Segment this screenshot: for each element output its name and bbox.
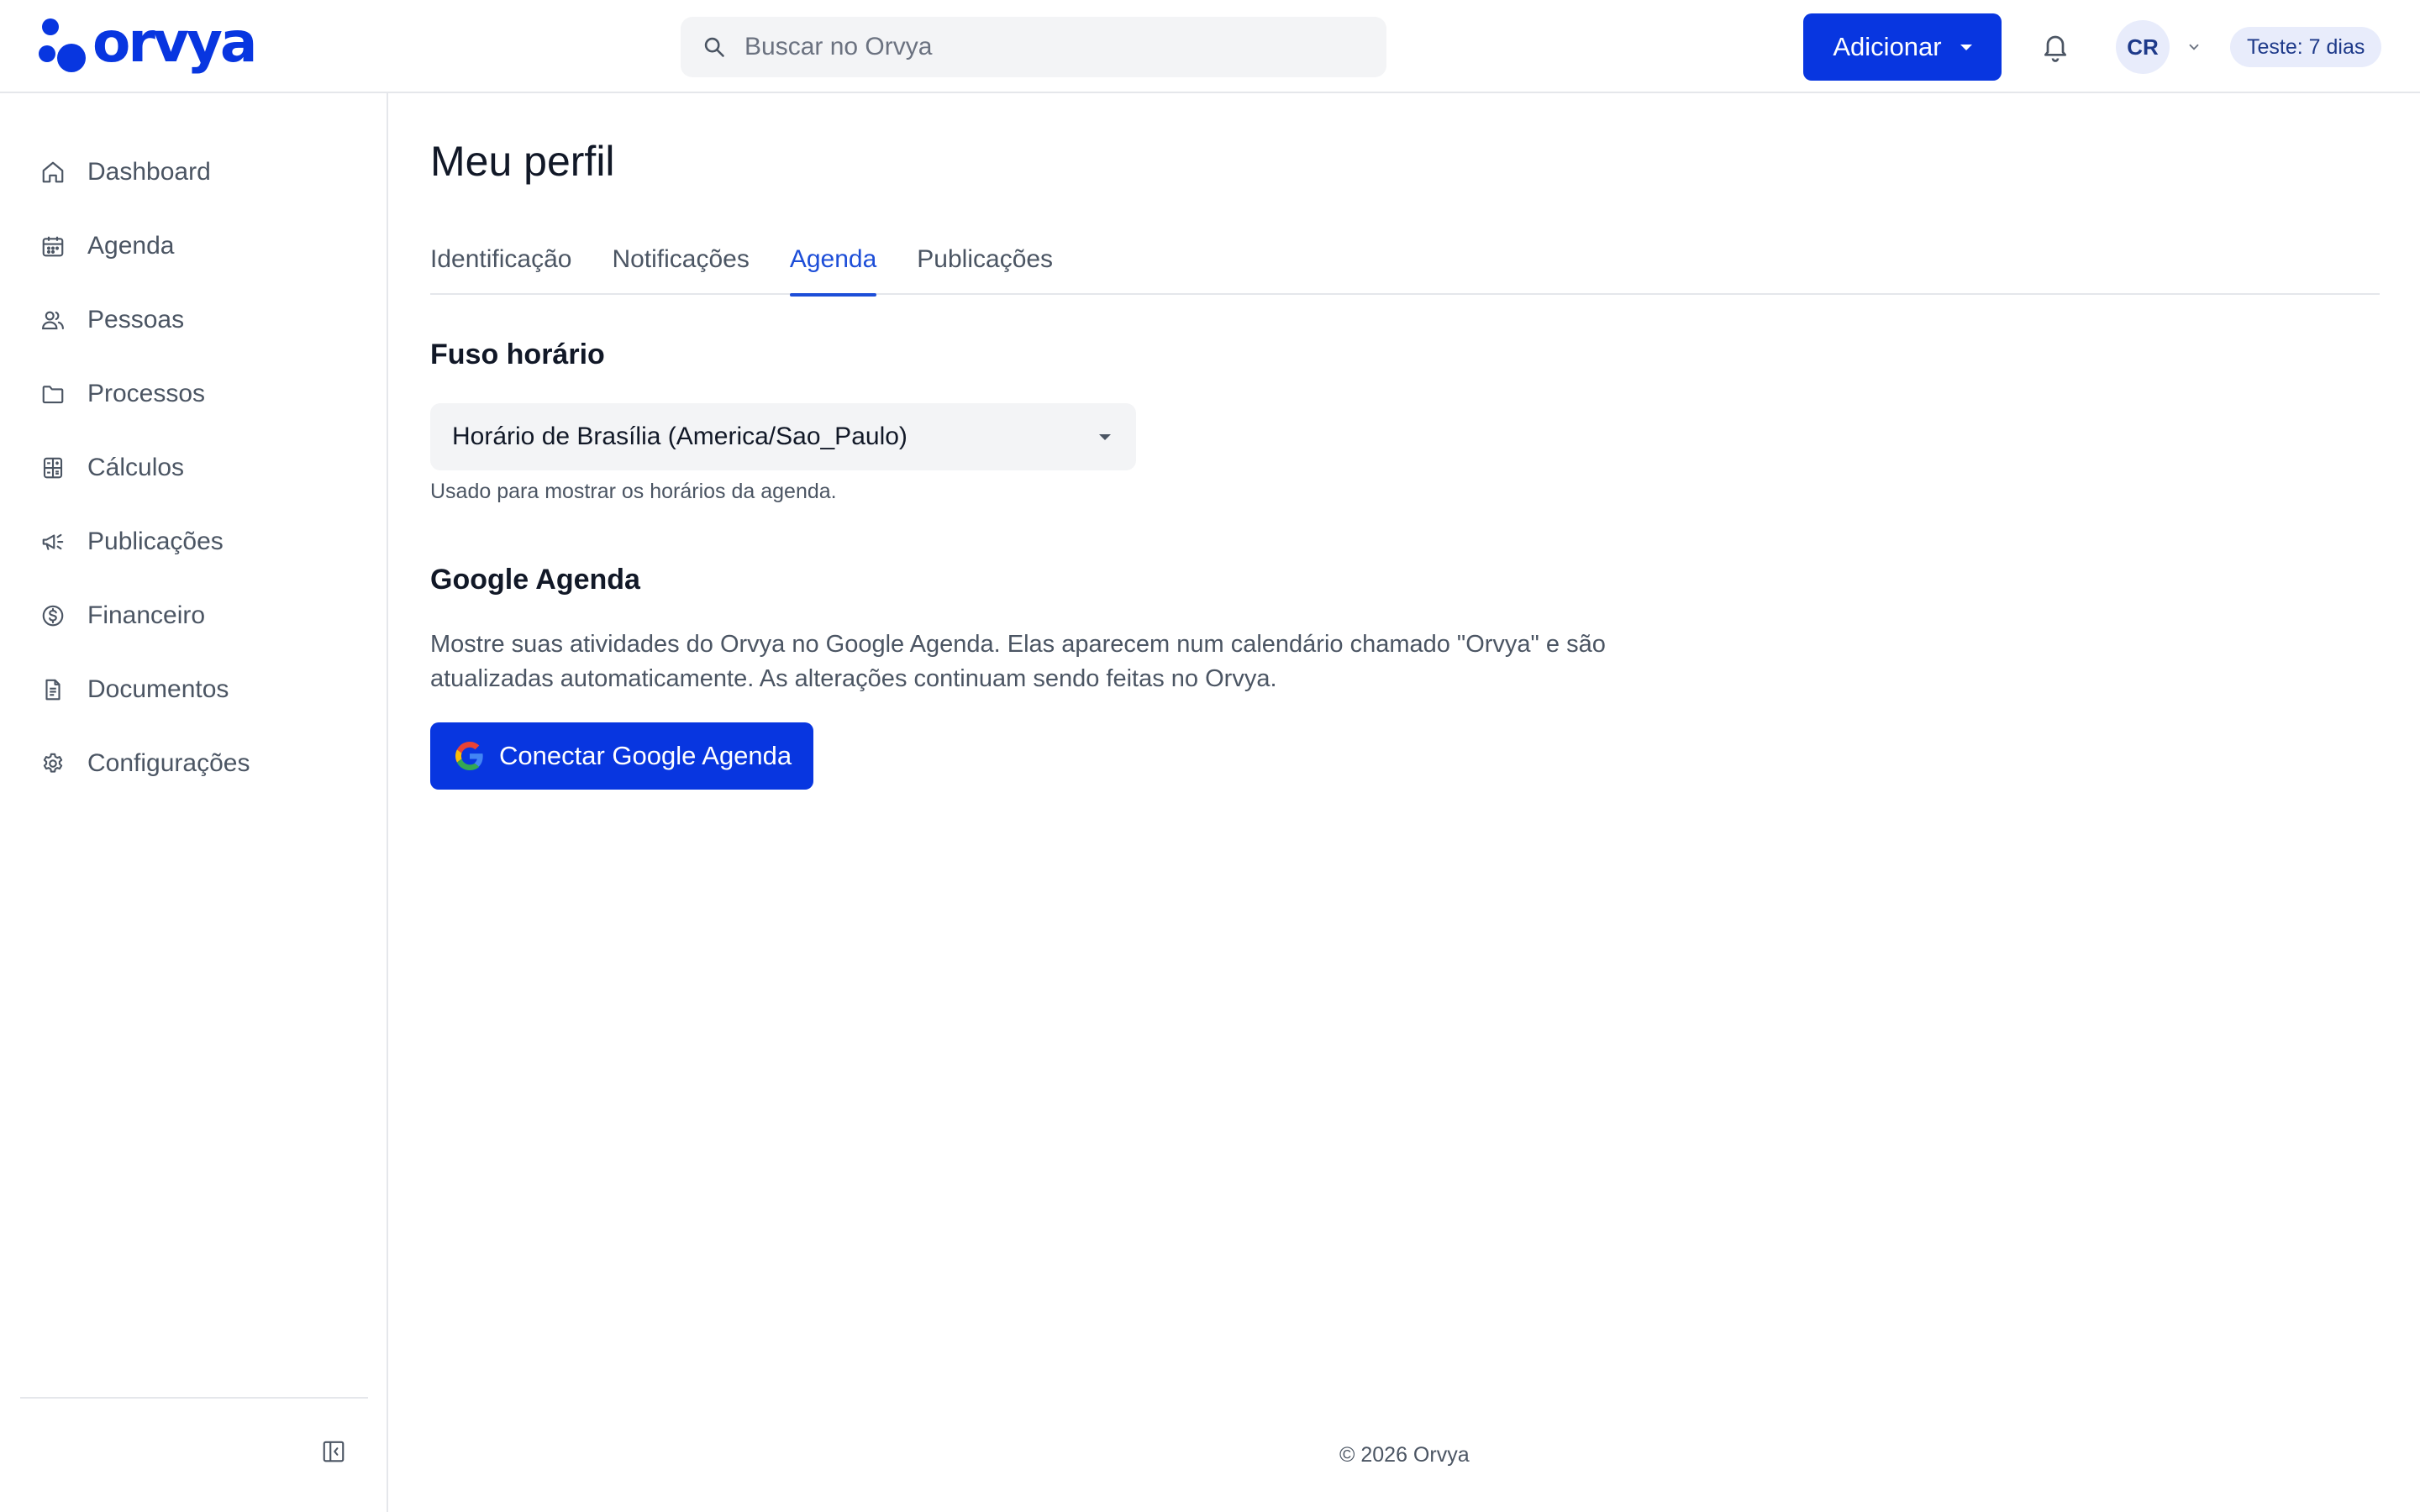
google-icon [455, 742, 483, 770]
sidebar-item-label: Agenda [87, 232, 175, 260]
people-icon [42, 311, 64, 330]
calendar-icon [42, 236, 64, 257]
tab-publicacoes[interactable]: Publicações [917, 239, 1053, 295]
megaphone-icon [42, 533, 64, 550]
avatar: CR [2116, 20, 2170, 74]
orvya-logo[interactable]: orvya [39, 10, 257, 75]
sidebar-nav: Dashboard Agenda Pessoas Processos Cálcu… [0, 93, 387, 801]
search-bar[interactable] [681, 17, 1386, 77]
google-section-title: Google Agenda [430, 564, 640, 596]
gear-icon [43, 753, 63, 773]
caret-down-icon [1099, 433, 1111, 440]
search-input[interactable] [744, 33, 1366, 61]
top-bar: orvya Adicionar CR Teste: 7 dias [0, 0, 2420, 93]
sidebar-item-label: Documentos [87, 675, 229, 703]
google-description: Mostre suas atividades do Orvya no Googl… [430, 631, 1606, 692]
page-title: Meu perfil [430, 138, 615, 185]
bell-icon[interactable] [2040, 30, 2070, 64]
sidebar-item-label: Dashboard [87, 158, 211, 186]
sidebar-item-dashboard[interactable]: Dashboard [0, 135, 387, 209]
timezone-select-value: Horário de Brasília (America/Sao_Paulo) [452, 423, 908, 450]
dollar-icon [42, 605, 64, 627]
sidebar-item-financeiro[interactable]: Financeiro [0, 579, 387, 653]
sidebar-item-publicacoes[interactable]: Publicações [0, 505, 387, 579]
add-button[interactable]: Adicionar [1803, 13, 2002, 81]
timezone-hint: Usado para mostrar os horários da agenda… [430, 480, 837, 503]
tab-identificacao[interactable]: Identificação [430, 239, 571, 295]
profile-tabs: Identificação Notificações Agenda Public… [430, 239, 2380, 297]
sidebar-item-label: Financeiro [87, 601, 206, 629]
calculator-icon [43, 457, 63, 479]
connect-google-button[interactable]: Conectar Google Agenda [430, 722, 813, 790]
home-icon [42, 161, 64, 183]
sidebar-item-label: Pessoas [87, 306, 185, 333]
sidebar-item-label: Publicações [87, 528, 224, 555]
sidebar: Dashboard Agenda Pessoas Processos Cálcu… [0, 93, 388, 1512]
document-icon [45, 679, 60, 701]
caret-down-icon [1960, 44, 1972, 50]
sidebar-item-label: Processos [87, 380, 206, 407]
trial-badge[interactable]: Teste: 7 dias [2230, 27, 2382, 67]
sidebar-collapse-icon[interactable] [321, 1439, 346, 1464]
sidebar-item-calculos[interactable]: Cálculos [0, 431, 387, 505]
sidebar-item-documentos[interactable]: Documentos [0, 653, 387, 727]
folder-icon [42, 386, 64, 404]
search-icon [704, 37, 724, 57]
timezone-select[interactable]: Horário de Brasília (America/Sao_Paulo) [430, 403, 1136, 470]
sidebar-item-agenda[interactable]: Agenda [0, 209, 387, 283]
add-button-label: Adicionar [1833, 32, 1942, 61]
sidebar-divider [20, 1397, 368, 1399]
tab-notificacoes[interactable]: Notificações [612, 239, 749, 295]
sidebar-item-pessoas[interactable]: Pessoas [0, 283, 387, 357]
footer-copyright: © 2026 Orvya [1339, 1443, 1470, 1467]
sidebar-item-configuracoes[interactable]: Configurações [0, 727, 387, 801]
timezone-section-title: Fuso horário [430, 339, 605, 370]
sidebar-item-processos[interactable]: Processos [0, 357, 387, 431]
logo-mark [39, 18, 86, 74]
tab-agenda[interactable]: Agenda [789, 239, 877, 297]
sidebar-item-label: Cálculos [87, 454, 185, 481]
connect-google-label: Conectar Google Agenda [499, 741, 792, 770]
logo-wordmark: orvya [92, 10, 257, 75]
user-menu[interactable]: CR [2116, 20, 2202, 74]
sidebar-item-label: Configurações [87, 749, 250, 777]
chevron-down-icon [2189, 44, 2199, 50]
